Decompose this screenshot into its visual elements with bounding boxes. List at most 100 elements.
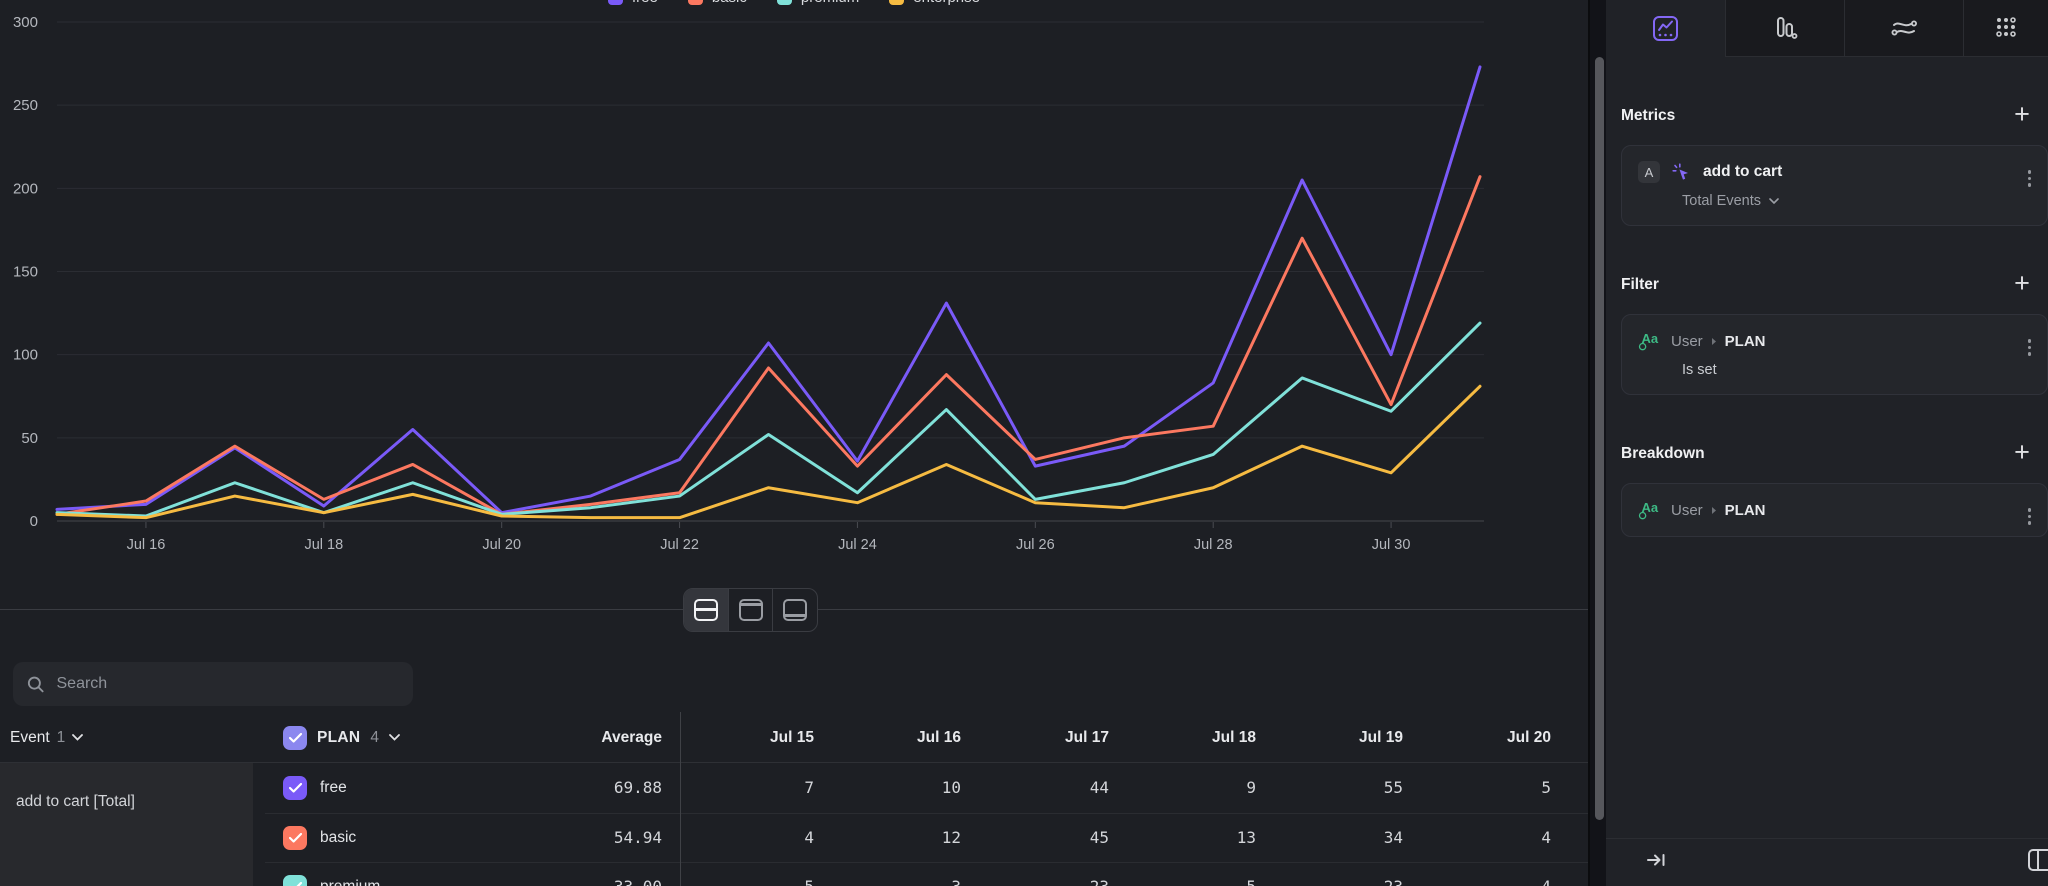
svg-text:Jul 16: Jul 16	[127, 537, 166, 553]
metric-event-name: add to cart	[1703, 163, 1782, 181]
legend-item-enterprise[interactable]: enterprise	[889, 0, 980, 6]
svg-text:200: 200	[13, 180, 38, 197]
layout-table-only-button[interactable]	[772, 589, 817, 631]
legend-item-free[interactable]: free	[608, 0, 658, 6]
layout-chart-only-button[interactable]	[728, 589, 773, 631]
bottom-panel-icon	[783, 599, 807, 621]
line-chart[interactable]: 050100150200250300Jul 16Jul 18Jul 20Jul …	[0, 0, 1588, 610]
breakdown-property-path: User PLAN	[1671, 502, 1766, 519]
apps-grid-icon	[1993, 15, 2019, 41]
date-column-header: Jul 15	[684, 712, 814, 763]
table-header-row: Event 1 PLAN 4	[0, 712, 1588, 763]
svg-text:Jul 26: Jul 26	[1016, 537, 1055, 553]
filter-card[interactable]: Aa User PLAN Is set	[1621, 314, 2048, 395]
legend-item-basic[interactable]: basic	[688, 0, 747, 6]
split-view-icon	[694, 599, 718, 621]
chevron-down-icon	[72, 734, 83, 741]
event-row-cell[interactable]: add to cart [Total]	[0, 763, 253, 886]
row-value: 5	[1126, 862, 1256, 886]
row-value: 23	[979, 862, 1109, 886]
search-box[interactable]	[13, 662, 413, 706]
row-average: 33.00	[532, 862, 662, 886]
tab-insights[interactable]	[1606, 0, 1725, 57]
row-value: 23	[1273, 862, 1403, 886]
scrollbar-track[interactable]	[1588, 0, 1606, 886]
chevron-down-icon	[389, 734, 400, 741]
svg-text:0: 0	[30, 513, 38, 530]
date-column-header: Jul 20	[1421, 712, 1551, 763]
check-icon	[289, 833, 302, 843]
event-row-label: add to cart [Total]	[16, 793, 135, 811]
breakdown-options-kebab-icon[interactable]	[2024, 504, 2036, 529]
sidebar-tabs	[1606, 0, 2048, 57]
legend-label: enterprise	[913, 0, 980, 6]
scrollbar-thumb[interactable]	[1595, 57, 1604, 820]
plan-count: 4	[370, 729, 379, 747]
legend-swatch-basic	[688, 0, 703, 5]
collapse-panel-button[interactable]	[1646, 851, 1667, 874]
aggregation-selector[interactable]: Total Events	[1622, 183, 2047, 225]
legend-swatch-enterprise	[889, 0, 904, 5]
property-scope: User	[1671, 502, 1703, 519]
svg-text:100: 100	[13, 347, 38, 364]
tab-more-apps[interactable]	[1963, 0, 2048, 57]
row-value: 4	[684, 813, 814, 863]
event-cursor-icon	[1671, 162, 1692, 183]
sidebar-content: Metrics + A add to cart Total Events	[1606, 107, 2048, 537]
add-metric-button[interactable]: +	[2008, 101, 2036, 129]
legend-label: premium	[801, 0, 859, 6]
svg-text:Jul 30: Jul 30	[1372, 537, 1411, 553]
row-value: 9	[1126, 763, 1256, 813]
metric-card[interactable]: A add to cart Total Events	[1621, 145, 2048, 226]
row-checkbox-basic[interactable]	[283, 826, 307, 850]
svg-text:Jul 24: Jul 24	[838, 537, 877, 553]
svg-text:Jul 22: Jul 22	[660, 537, 699, 553]
check-icon	[289, 882, 302, 886]
plan-column-header[interactable]: PLAN 4	[283, 712, 400, 763]
row-average: 69.88	[532, 763, 662, 813]
date-column-header: Jul 19	[1273, 712, 1403, 763]
filter-options-kebab-icon[interactable]	[2024, 335, 2036, 360]
row-value: 55	[1273, 763, 1403, 813]
aggregation-label: Total Events	[1682, 193, 1761, 209]
row-value: 10	[831, 763, 961, 813]
panel-layout-icon	[2027, 848, 2048, 872]
property-scope: User	[1671, 333, 1703, 350]
breakdown-card[interactable]: Aa User PLAN	[1621, 483, 2048, 537]
legend-swatch-free	[608, 0, 623, 5]
svg-text:300: 300	[13, 14, 38, 31]
search-input[interactable]	[57, 675, 400, 693]
plan-select-all-checkbox[interactable]	[283, 726, 307, 750]
chevron-right-icon	[1711, 337, 1717, 346]
filter-operator[interactable]: Is set	[1622, 352, 2047, 394]
query-sidebar: Metrics + A add to cart Total Events	[1606, 0, 2048, 886]
add-breakdown-button[interactable]: +	[2008, 439, 2036, 467]
tab-flows[interactable]	[1844, 0, 1963, 57]
event-column-header[interactable]: Event 1	[10, 712, 83, 763]
tab-bar-chart[interactable]	[1725, 0, 1844, 57]
date-column-header: Jul 16	[831, 712, 961, 763]
column-divider	[680, 712, 681, 886]
legend-swatch-premium	[777, 0, 792, 5]
row-label: basic	[320, 813, 356, 863]
check-icon	[289, 733, 302, 743]
row-value: 3	[831, 862, 961, 886]
metric-options-kebab-icon[interactable]	[2024, 166, 2036, 191]
row-value: 45	[979, 813, 1109, 863]
breakdown-section-header: Breakdown +	[1621, 445, 2048, 465]
flows-icon	[1890, 15, 1918, 41]
row-checkbox-premium[interactable]	[283, 875, 307, 886]
legend-item-premium[interactable]: premium	[777, 0, 859, 6]
open-side-panel-button[interactable]	[2027, 848, 2048, 877]
arrow-to-line-icon	[1646, 851, 1667, 869]
svg-text:50: 50	[21, 430, 38, 447]
layout-split-button[interactable]	[684, 589, 728, 631]
bar-chart-icon	[1772, 15, 1798, 41]
operator-label: Is set	[1682, 362, 1717, 378]
row-value: 5	[1421, 763, 1551, 813]
add-filter-button[interactable]: +	[2008, 270, 2036, 298]
legend-label: basic	[712, 0, 747, 6]
row-checkbox-free[interactable]	[283, 776, 307, 800]
row-label: free	[320, 763, 347, 813]
metric-letter-badge: A	[1638, 161, 1660, 183]
